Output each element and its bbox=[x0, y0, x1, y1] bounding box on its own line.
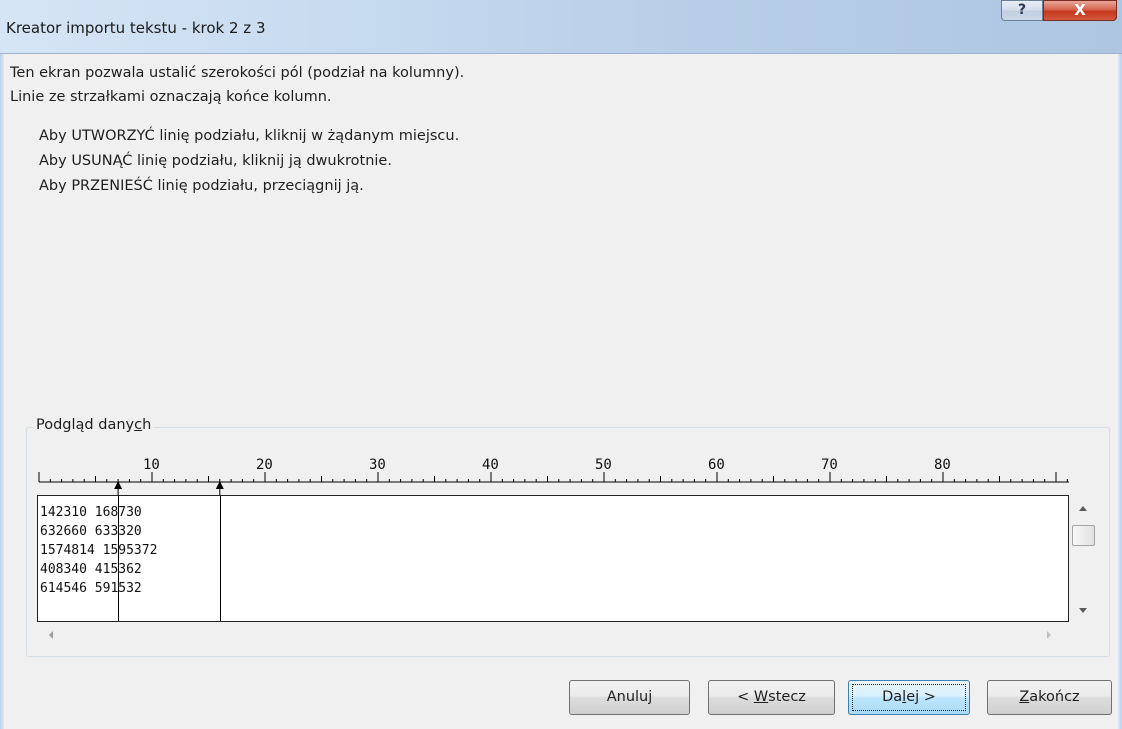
preview-row: 142310 168730 bbox=[40, 505, 142, 520]
window-title: Kreator importu tekstu - krok 2 z 3 bbox=[6, 19, 266, 37]
help-icon: ? bbox=[1017, 2, 1027, 18]
preview-row: 632660 633320 bbox=[40, 524, 142, 539]
instruction-move: Aby PRZENIEŚĆ linię podziału, przeciągni… bbox=[39, 178, 364, 194]
title-bar[interactable]: Kreator importu tekstu - krok 2 z 3 ? X bbox=[0, 0, 1122, 54]
scroll-right-icon[interactable] bbox=[1047, 631, 1051, 639]
finish-button[interactable]: Zakończ bbox=[987, 680, 1112, 715]
scroll-up-icon[interactable] bbox=[1079, 506, 1087, 511]
close-button[interactable]: X bbox=[1043, 0, 1117, 21]
preview-row: 1574814 1595372 bbox=[40, 543, 158, 558]
preview-row: 408340 415362 bbox=[40, 562, 142, 577]
vertical-scrollbar[interactable] bbox=[1069, 495, 1099, 622]
next-button[interactable]: Dalej > bbox=[848, 680, 970, 715]
window-frame-left bbox=[0, 54, 4, 729]
description-line-2: Linie ze strzałkami oznaczają końce kolu… bbox=[10, 89, 332, 105]
data-preview-rows: 142310 168730 632660 633320 1574814 159537… bbox=[40, 503, 157, 598]
cancel-button[interactable]: Anuluj bbox=[569, 680, 690, 715]
data-preview-area[interactable]: 142310 168730 632660 633320 1574814 159537… bbox=[37, 495, 1069, 622]
text-import-wizard-dialog: Kreator importu tekstu - krok 2 z 3 ? X … bbox=[0, 0, 1122, 729]
help-button[interactable]: ? bbox=[1001, 0, 1043, 21]
back-button[interactable]: < Wstecz bbox=[708, 680, 835, 715]
horizontal-scrollbar[interactable] bbox=[37, 622, 1069, 648]
preview-row: 614546 591532 bbox=[40, 581, 142, 596]
focus-rectangle bbox=[852, 684, 966, 711]
close-icon: X bbox=[1074, 1, 1086, 19]
column-break-line[interactable] bbox=[219, 496, 221, 621]
instruction-delete: Aby USUNĄĆ linię podziału, kliknij ją dw… bbox=[39, 153, 392, 169]
description-line-1: Ten ekran pozwala ustalić szerokości pól… bbox=[10, 65, 465, 81]
data-preview-label: Podgląd danych bbox=[33, 417, 155, 433]
scroll-down-icon[interactable] bbox=[1079, 608, 1087, 613]
column-break-line[interactable] bbox=[118, 496, 120, 621]
vertical-scroll-thumb[interactable] bbox=[1072, 525, 1095, 546]
scroll-left-icon[interactable] bbox=[49, 631, 53, 639]
window-frame-right bbox=[1118, 54, 1122, 729]
instruction-create: Aby UTWORZYĆ linię podziału, kliknij w ż… bbox=[39, 128, 460, 144]
